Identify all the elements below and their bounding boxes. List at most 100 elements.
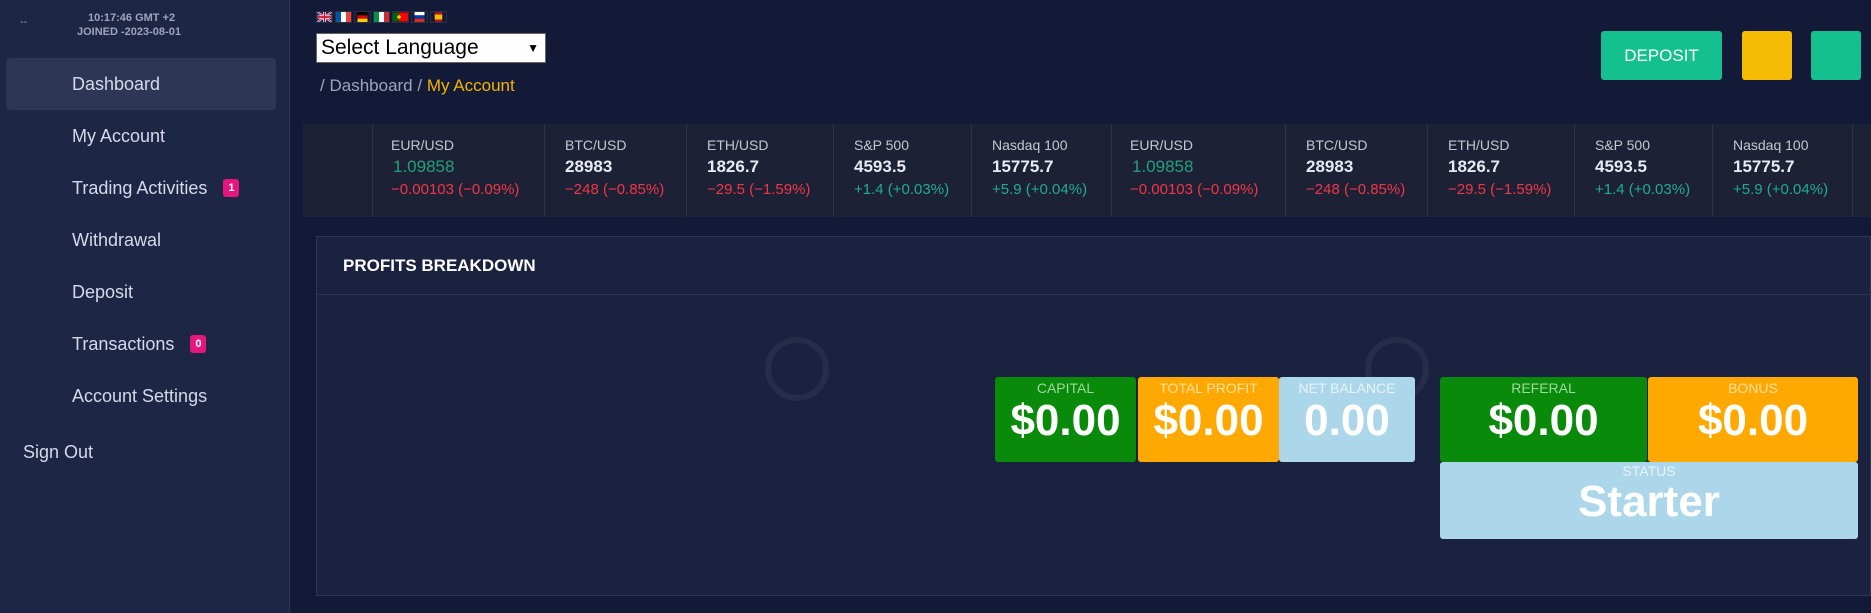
sidebar-item-transactions[interactable]: Transactions 0 (6, 318, 276, 370)
net-balance-label: NET BALANCE (1298, 380, 1396, 396)
de-flag-icon[interactable] (354, 11, 371, 23)
ticker-price: 1.09858 (393, 157, 455, 176)
transactions-badge: 0 (190, 335, 207, 353)
capital-label: CAPITAL (1036, 380, 1095, 396)
sidebar-item-deposit[interactable]: Deposit (6, 266, 276, 318)
ticker-symbol: ETH/USD (1448, 137, 1510, 153)
sign-out-link[interactable]: Sign Out (23, 442, 93, 463)
sidebar-item-label: Deposit (72, 281, 134, 302)
ticker-change: −29.5 (−1.59%) (707, 181, 811, 198)
ticker-symbol: EUR/USD (391, 137, 455, 153)
bonus-value: $0.00 (1697, 396, 1809, 445)
ticker-price: 1.09858 (1132, 157, 1194, 176)
breadcrumb-separator: / (417, 76, 423, 95)
status-value: Starter (1578, 477, 1720, 526)
capital-card: CAPITAL $0.00 (995, 377, 1136, 462)
referal-label: REFERAL (1511, 380, 1576, 396)
capital-value: $0.00 (1010, 396, 1121, 445)
watermark-logo-icon (765, 337, 829, 401)
sidebar-item-my-account[interactable]: My Account (6, 110, 276, 162)
market-ticker[interactable]: EUR/USD 1.09858 −0.00103 (−0.09%) BTC/US… (303, 124, 1871, 217)
total-profit-value: $0.00 (1153, 396, 1264, 445)
sidebar-item-trading-activities[interactable]: Trading Activities 1 (6, 162, 276, 214)
breadcrumb-separator: / (320, 76, 325, 95)
sidebar-item-label: My Account (72, 125, 166, 146)
ticker-price: 15775.7 (1733, 157, 1795, 176)
pt-flag-icon[interactable] (392, 11, 409, 23)
joined-date: JOINED -2023-08-01 (77, 26, 181, 38)
sidebar-nav: Dashboard My Account Trading Activities … (6, 58, 276, 422)
ticker-item[interactable]: BTC/USD 28983 −248 (−0.85%) (545, 124, 687, 217)
sidebar-item-account-settings[interactable]: Account Settings (6, 370, 276, 422)
ticker-item[interactable]: S&P 500 4593.5 +1.4 (+0.03%) (1575, 124, 1713, 217)
profits-breakdown-panel: PROFITS BREAKDOWN CAPITAL $0.00 TOTAL PR… (316, 236, 1871, 596)
bonus-label: BONUS (1728, 380, 1778, 396)
ticker-symbol: Nasdaq 100 (992, 137, 1068, 153)
deposit-button[interactable]: DEPOSIT (1601, 31, 1722, 80)
it-flag-icon[interactable] (373, 11, 390, 23)
ticker-change: −0.00103 (−0.09%) (1130, 181, 1259, 198)
uk-flag-icon[interactable] (316, 11, 333, 23)
chevron-down-icon: ▼ (527, 41, 539, 55)
ticker-item[interactable]: ETH/USD 1826.7 −29.5 (−1.59%) (1428, 124, 1575, 217)
sidebar-item-label: Account Settings (72, 385, 208, 406)
sidebar-item-dashboard[interactable]: Dashboard (6, 58, 276, 110)
sidebar-item-label: Trading Activities (72, 177, 208, 198)
status-card: STATUS Starter (1440, 462, 1858, 539)
ticker-change: +5.9 (+0.04%) (992, 181, 1088, 198)
ticker-item[interactable]: S&P 500 4593.5 +1.4 (+0.03%) (834, 124, 972, 217)
ticker-item[interactable]: Nasdaq 100 15775.7 +5.9 (+0.04%) (1713, 124, 1853, 217)
ticker-symbol: BTC/USD (1306, 137, 1368, 153)
green-action-button[interactable] (1811, 31, 1861, 80)
yellow-action-button[interactable] (1742, 31, 1792, 80)
ticker-change: −248 (−0.85%) (1306, 181, 1406, 198)
referal-value: $0.00 (1488, 396, 1599, 445)
bonus-card: BONUS $0.00 (1648, 377, 1858, 462)
language-flags (316, 11, 447, 23)
language-select-value: Select Language (321, 36, 479, 59)
panel-title: PROFITS BREAKDOWN (317, 237, 1870, 295)
ru-flag-icon[interactable] (411, 11, 428, 23)
sidebar-dash: -- (20, 16, 28, 28)
referal-card: REFERAL $0.00 (1440, 377, 1647, 462)
breadcrumb: / Dashboard / My Account (320, 76, 515, 96)
ticker-symbol: S&P 500 (1595, 137, 1651, 153)
ticker-item[interactable]: BTC/USD 28983 −248 (−0.85%) (1286, 124, 1428, 217)
ticker-change: −248 (−0.85%) (565, 181, 665, 198)
ticker-item-partial[interactable] (303, 124, 373, 217)
ticker-symbol: ETH/USD (707, 137, 769, 153)
sidebar-item-withdrawal[interactable]: Withdrawal (6, 214, 276, 266)
ticker-symbol: EUR/USD (1130, 137, 1194, 153)
ticker-price: 1826.7 (1448, 157, 1500, 176)
ticker-item[interactable]: Nasdaq 100 15775.7 +5.9 (+0.04%) (972, 124, 1112, 217)
ticker-change: −29.5 (−1.59%) (1448, 181, 1552, 198)
breadcrumb-dashboard[interactable]: Dashboard (329, 76, 412, 95)
ticker-item[interactable]: ETH/USD 1826.7 −29.5 (−1.59%) (687, 124, 834, 217)
ticker-price: 28983 (1306, 157, 1354, 176)
language-select[interactable]: Select Language ▼ (316, 33, 546, 63)
ticker-price: 4593.5 (854, 157, 906, 176)
ticker-price: 4593.5 (1595, 157, 1647, 176)
sidebar: -- 10:17:46 GMT +2 JOINED -2023-08-01 Da… (0, 0, 290, 613)
trading-activities-badge: 1 (223, 179, 240, 197)
ticker-change: +1.4 (+0.03%) (854, 181, 950, 198)
sidebar-item-label: Transactions (72, 333, 175, 354)
ticker-change: +5.9 (+0.04%) (1733, 181, 1829, 198)
ticker-price: 28983 (565, 157, 613, 176)
breadcrumb-current: My Account (426, 76, 515, 95)
ticker-change: −0.00103 (−0.09%) (391, 181, 520, 198)
net-balance-card: NET BALANCE 0.00 (1279, 377, 1415, 462)
sidebar-item-label: Withdrawal (72, 229, 162, 250)
fr-flag-icon[interactable] (335, 11, 352, 23)
ticker-symbol: Nasdaq 100 (1733, 137, 1809, 153)
ticker-change: +1.4 (+0.03%) (1595, 181, 1691, 198)
total-profit-label: TOTAL PROFIT (1159, 380, 1258, 396)
total-profit-card: TOTAL PROFIT $0.00 (1138, 377, 1279, 462)
ticker-price: 15775.7 (992, 157, 1054, 176)
server-time: 10:17:46 GMT +2 (88, 12, 176, 24)
ticker-price: 1826.7 (707, 157, 759, 176)
ticker-item[interactable]: EUR/USD 1.09858 −0.00103 (−0.09%) (1112, 124, 1286, 217)
es-flag-icon[interactable] (430, 11, 447, 23)
sidebar-header: -- 10:17:46 GMT +2 JOINED -2023-08-01 (0, 6, 290, 50)
ticker-item[interactable]: EUR/USD 1.09858 −0.00103 (−0.09%) (373, 124, 545, 217)
